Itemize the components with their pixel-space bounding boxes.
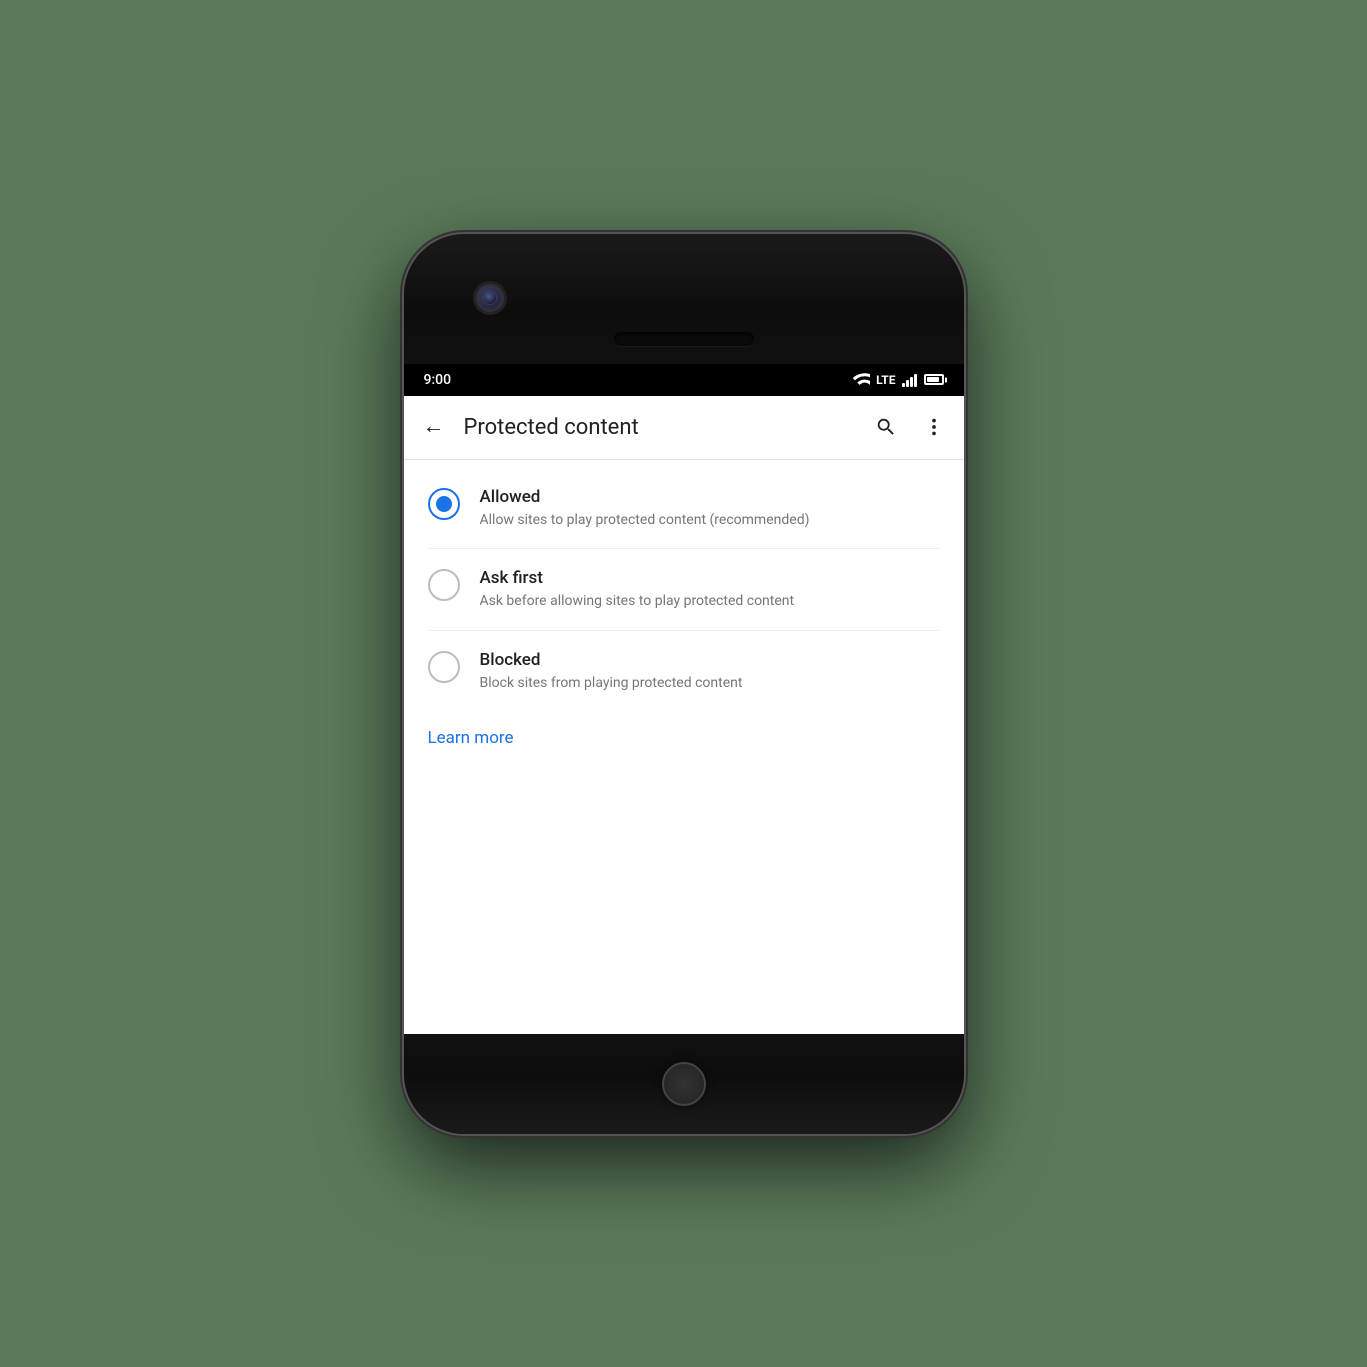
lte-label: LTE bbox=[876, 373, 895, 387]
status-bar: 9:00 LTE bbox=[404, 364, 964, 396]
radio-ask-first[interactable] bbox=[428, 569, 460, 601]
learn-more-link[interactable]: Learn more bbox=[428, 728, 514, 748]
bottom-bezel bbox=[404, 1034, 964, 1134]
front-camera bbox=[476, 284, 504, 312]
option-text-ask-first: Ask first Ask before allowing sites to p… bbox=[480, 567, 940, 612]
option-desc-blocked: Block sites from playing protected conte… bbox=[480, 674, 940, 694]
option-title-allowed: Allowed bbox=[480, 486, 940, 508]
app-bar-actions bbox=[864, 405, 956, 449]
back-arrow-icon: ← bbox=[423, 416, 445, 438]
more-vert-icon bbox=[923, 416, 945, 438]
option-text-allowed: Allowed Allow sites to play protected co… bbox=[480, 486, 940, 531]
learn-more-section: Learn more bbox=[404, 712, 964, 772]
home-button[interactable] bbox=[662, 1062, 706, 1106]
app-bar: ← Protected content bbox=[404, 396, 964, 460]
back-button[interactable]: ← bbox=[412, 405, 456, 449]
option-text-blocked: Blocked Block sites from playing protect… bbox=[480, 649, 940, 694]
phone-frame: 9:00 LTE ← bbox=[404, 234, 964, 1134]
radio-outer-ask-first bbox=[428, 569, 460, 601]
option-desc-allowed: Allow sites to play protected content (r… bbox=[480, 511, 940, 531]
radio-allowed[interactable] bbox=[428, 488, 460, 520]
page-title: Protected content bbox=[464, 415, 864, 440]
battery-icon bbox=[924, 374, 944, 385]
screen-content: ← Protected content bbox=[404, 396, 964, 1034]
option-title-ask-first: Ask first bbox=[480, 567, 940, 589]
radio-inner-allowed bbox=[436, 496, 452, 512]
more-options-button[interactable] bbox=[912, 405, 956, 449]
option-blocked[interactable]: Blocked Block sites from playing protect… bbox=[404, 631, 964, 712]
option-ask-first[interactable]: Ask first Ask before allowing sites to p… bbox=[404, 549, 964, 630]
search-icon bbox=[875, 416, 897, 438]
option-title-blocked: Blocked bbox=[480, 649, 940, 671]
option-allowed[interactable]: Allowed Allow sites to play protected co… bbox=[404, 468, 964, 549]
wifi-icon bbox=[852, 373, 870, 387]
radio-blocked[interactable] bbox=[428, 651, 460, 683]
search-button[interactable] bbox=[864, 405, 908, 449]
status-time: 9:00 bbox=[424, 372, 452, 388]
option-desc-ask-first: Ask before allowing sites to play protec… bbox=[480, 592, 940, 612]
options-list: Allowed Allow sites to play protected co… bbox=[404, 460, 964, 1034]
signal-icon bbox=[902, 373, 917, 387]
status-icons: LTE bbox=[852, 373, 943, 387]
radio-outer-allowed bbox=[428, 488, 460, 520]
top-bezel bbox=[404, 234, 964, 364]
earpiece bbox=[614, 332, 754, 346]
radio-outer-blocked bbox=[428, 651, 460, 683]
